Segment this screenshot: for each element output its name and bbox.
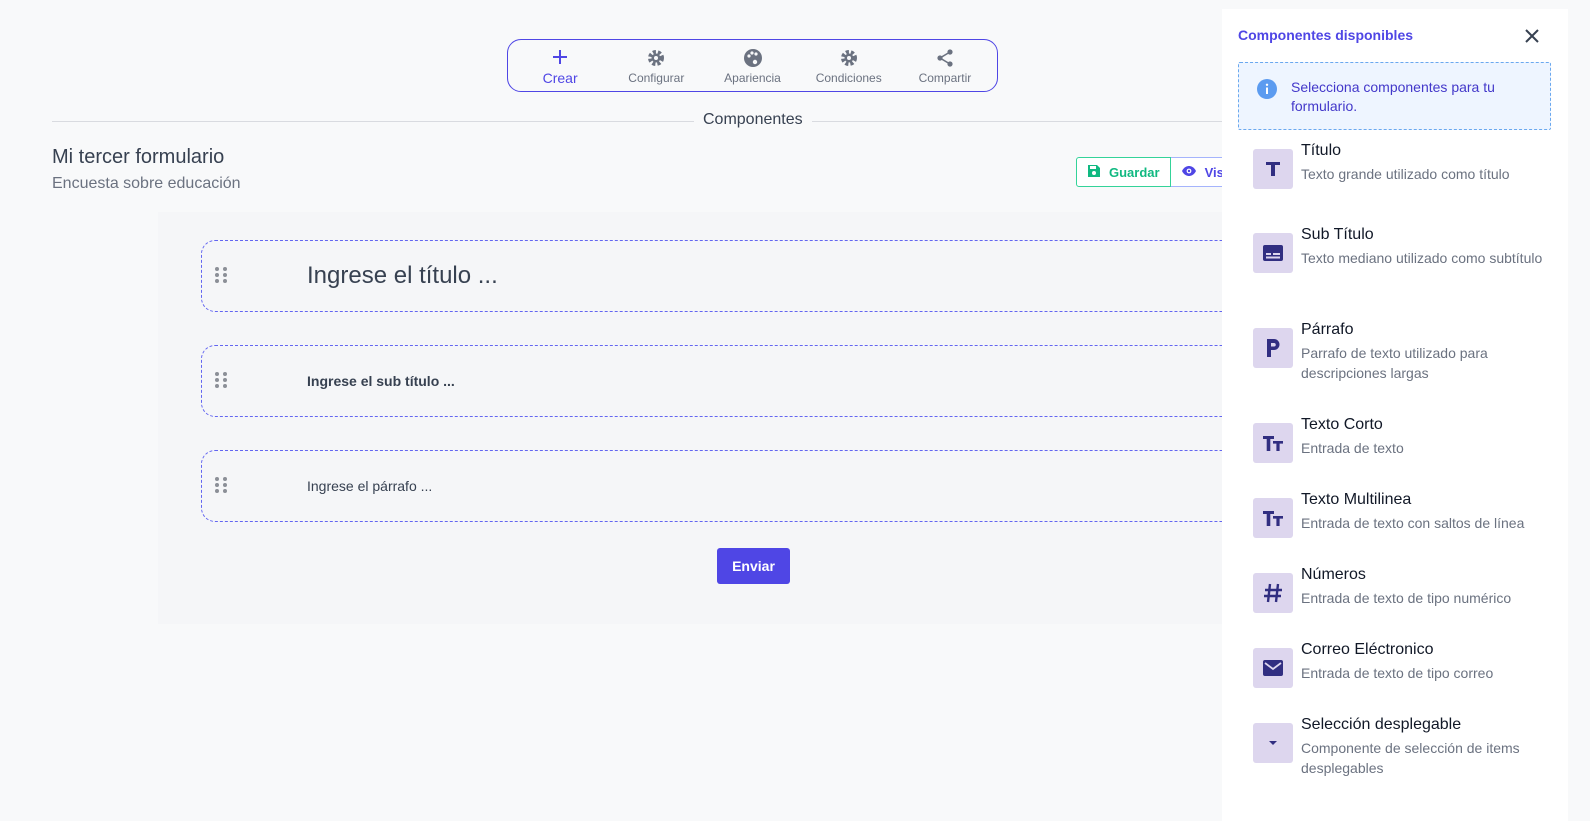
submit-button[interactable]: Enviar xyxy=(717,548,790,584)
subtitles-icon xyxy=(1253,233,1293,273)
top-toolbar: Crear Configurar Apariencia Condiciones … xyxy=(507,39,998,92)
tab-configurar[interactable]: Configurar xyxy=(608,40,704,91)
paragraph-field[interactable]: Ingrese el párrafo ... xyxy=(201,450,1261,522)
eye-icon xyxy=(1181,165,1197,180)
subtitle-field[interactable]: Ingrese el sub título ... xyxy=(201,345,1261,417)
share-icon xyxy=(935,47,955,69)
drag-handle-icon[interactable] xyxy=(214,475,228,495)
caret-down-icon xyxy=(1253,723,1293,763)
component-name: Título xyxy=(1301,142,1342,159)
form-subtitle: Encuesta sobre educación xyxy=(52,175,241,192)
section-label: Componentes xyxy=(694,111,812,129)
tab-label: Apariencia xyxy=(724,70,781,85)
tab-compartir[interactable]: Compartir xyxy=(897,40,993,91)
gear-icon xyxy=(646,47,666,69)
plus-icon xyxy=(551,46,569,68)
panel-title: Componentes disponibles xyxy=(1238,27,1414,43)
component-name: Sub Título xyxy=(1301,226,1374,243)
component-name: Números xyxy=(1301,566,1366,583)
gear-icon xyxy=(839,47,859,69)
title-field[interactable]: Ingrese el título ... xyxy=(201,240,1261,312)
info-icon xyxy=(1257,79,1277,104)
save-button[interactable]: Guardar xyxy=(1076,157,1171,187)
save-label: Guardar xyxy=(1109,164,1160,180)
drag-handle-icon[interactable] xyxy=(214,265,228,285)
paragraph-placeholder[interactable]: Ingrese el párrafo ... xyxy=(307,451,432,521)
tab-crear[interactable]: Crear xyxy=(512,40,608,91)
tab-label: Crear xyxy=(542,69,578,86)
save-icon xyxy=(1087,164,1101,181)
component-desc: Parrafo de texto utilizado para descripc… xyxy=(1301,345,1488,381)
component-desc: Entrada de texto de tipo numérico xyxy=(1301,590,1512,606)
components-panel: Componentes disponibles Selecciona compo… xyxy=(1222,9,1568,821)
tab-apariencia[interactable]: Apariencia xyxy=(704,40,800,91)
close-icon[interactable] xyxy=(1522,26,1542,46)
component-name: Correo Eléctronico xyxy=(1301,641,1434,658)
info-banner: Selecciona componentes para tu formulari… xyxy=(1238,62,1551,130)
text-size-icon xyxy=(1253,498,1293,538)
paragraph-icon xyxy=(1253,328,1293,368)
title-icon xyxy=(1253,149,1293,189)
component-name: Selección desplegable xyxy=(1301,716,1462,733)
tab-label: Compartir xyxy=(918,70,972,85)
info-text: Selecciona componentes para tu formulari… xyxy=(1291,79,1495,114)
section-divider xyxy=(52,121,1222,122)
palette-icon xyxy=(743,47,763,69)
subtitle-placeholder[interactable]: Ingrese el sub título ... xyxy=(307,346,455,416)
component-desc: Texto grande utilizado como título xyxy=(1301,166,1510,182)
drag-handle-icon[interactable] xyxy=(214,370,228,390)
component-desc: Entrada de texto de tipo correo xyxy=(1301,665,1494,681)
tab-label: Configurar xyxy=(628,70,685,85)
mail-icon xyxy=(1253,648,1293,688)
tab-label: Condiciones xyxy=(815,70,882,85)
hash-icon xyxy=(1253,573,1293,613)
component-name: Párrafo xyxy=(1301,321,1354,338)
component-desc: Componente de selección de items despleg… xyxy=(1301,740,1520,776)
title-placeholder[interactable]: Ingrese el título ... xyxy=(307,241,498,311)
component-desc: Entrada de texto con saltos de línea xyxy=(1301,515,1525,531)
text-size-icon xyxy=(1253,423,1293,463)
form-title: Mi tercer formulario xyxy=(52,146,225,168)
component-name: Texto Multilinea xyxy=(1301,491,1412,508)
tab-condiciones[interactable]: Condiciones xyxy=(801,40,897,91)
component-desc: Entrada de texto xyxy=(1301,440,1404,456)
component-name: Texto Corto xyxy=(1301,416,1383,433)
header-actions: Guardar Vist xyxy=(1076,157,1241,187)
component-desc: Texto mediano utilizado como subtítulo xyxy=(1301,250,1543,266)
